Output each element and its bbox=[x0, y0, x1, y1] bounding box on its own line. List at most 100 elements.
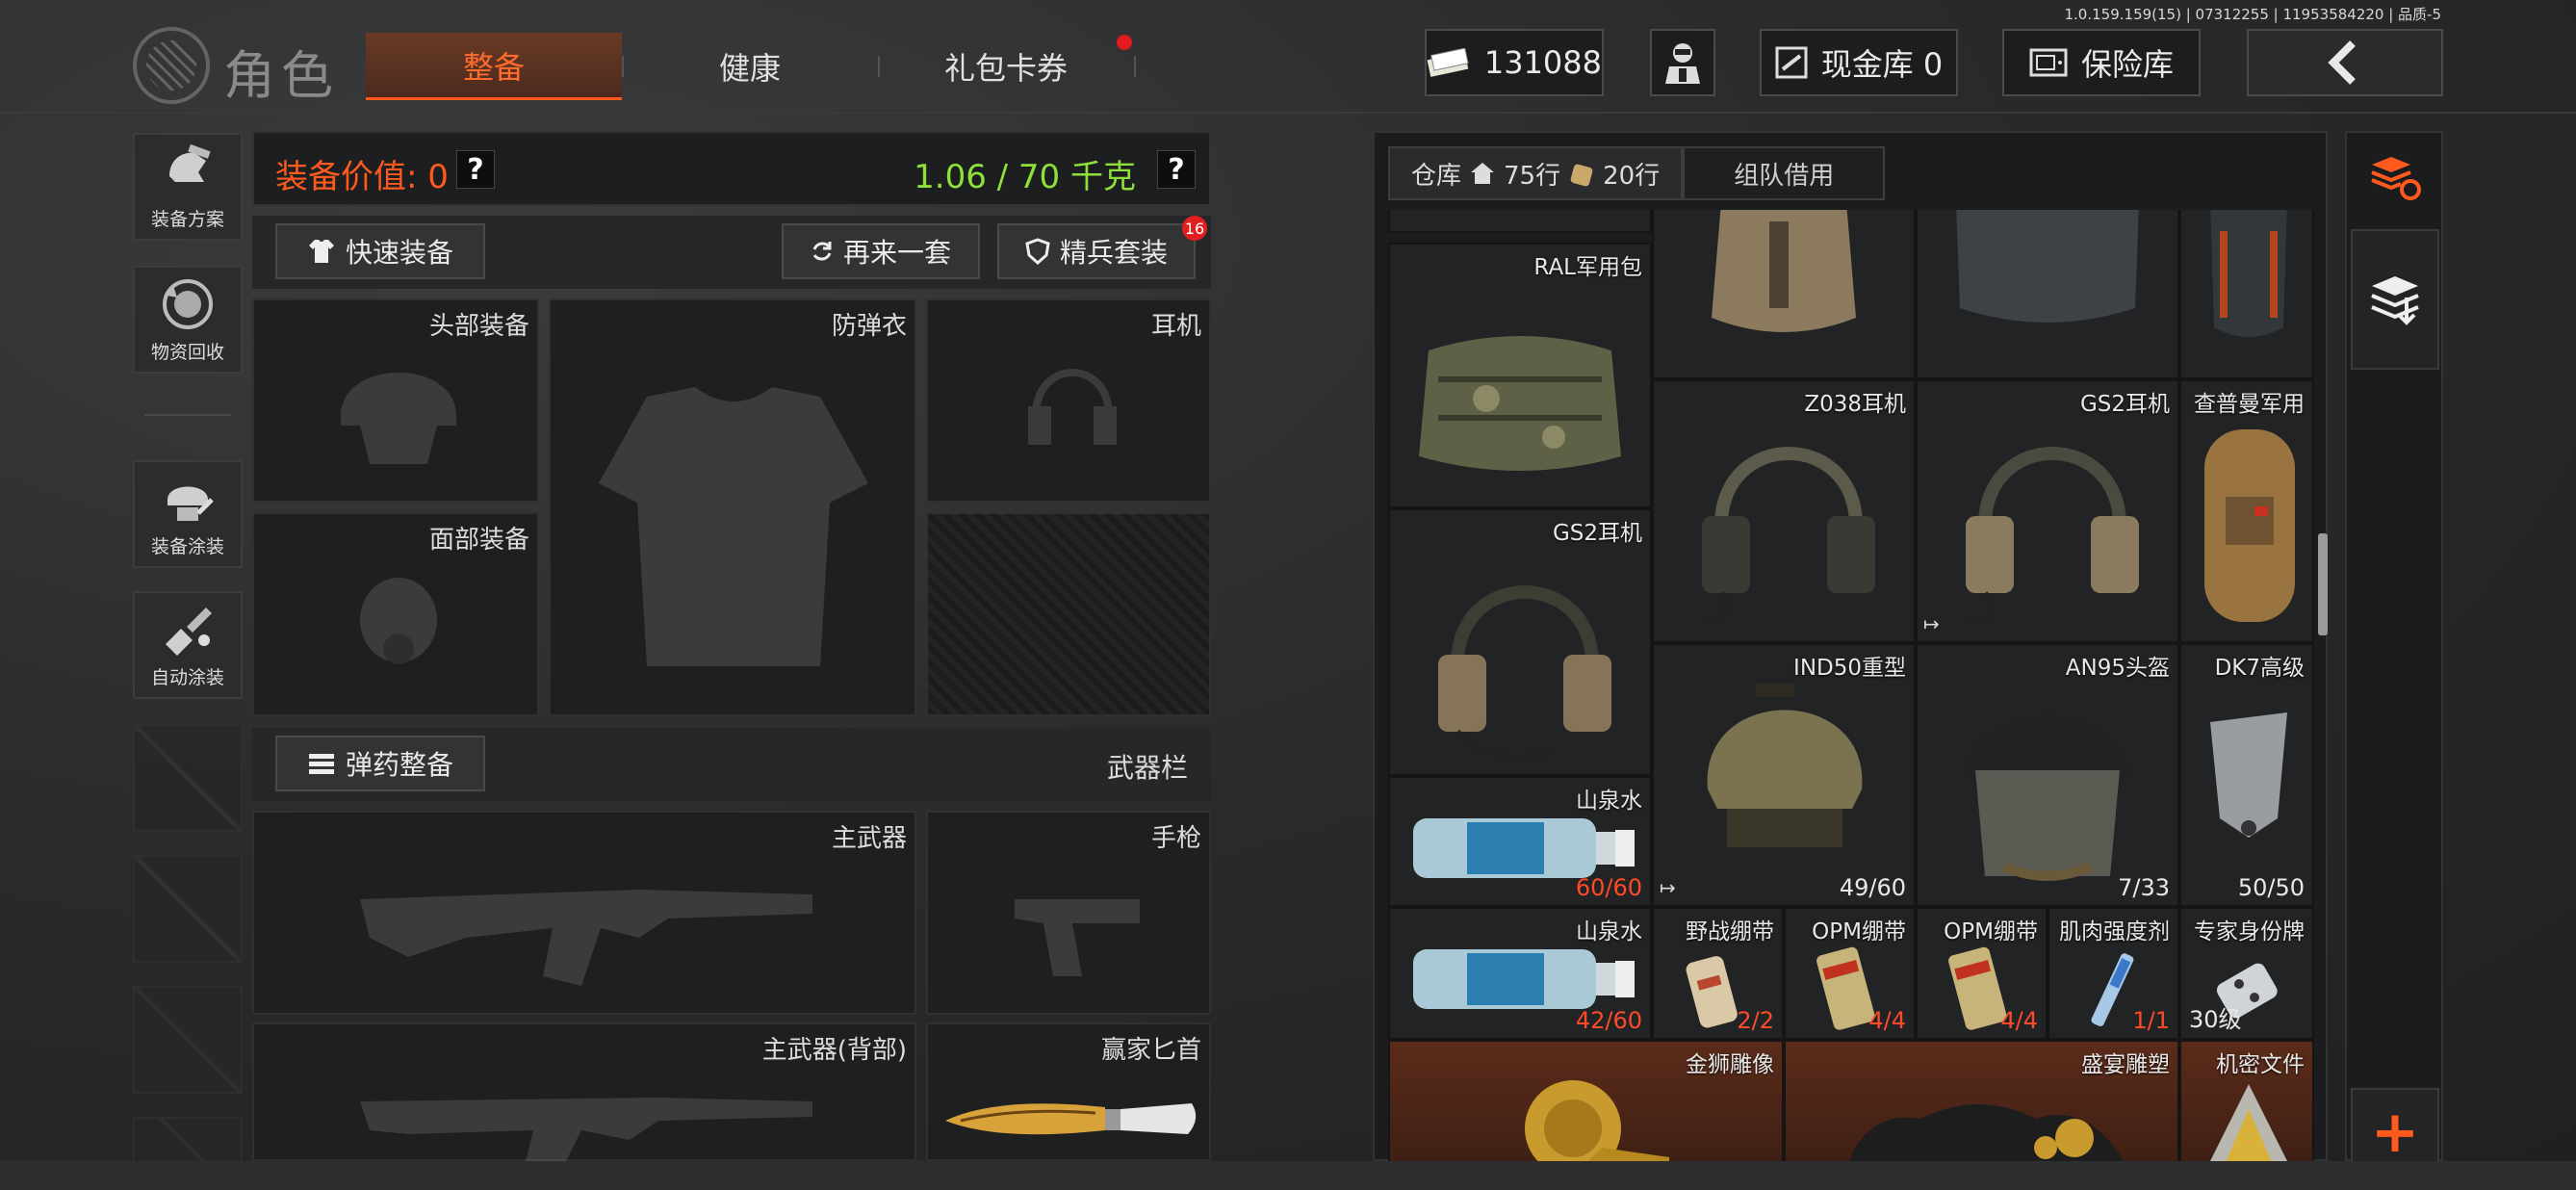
list-item[interactable]: OPM绷带 4/4 bbox=[1784, 907, 1916, 1040]
elite-badge: 16 bbox=[1182, 216, 1207, 241]
slot-label: 防弹衣 bbox=[831, 312, 907, 341]
warehouse-panel: 仓库 75行 20行 组队借用 RAL军用包 Z038耳机 GS2耳机 ↦ 查普… bbox=[1373, 131, 2328, 1163]
list-item[interactable]: 肌肉强度剂 1/1 bbox=[2048, 907, 2179, 1040]
agent-icon bbox=[1665, 43, 1700, 84]
tab-team-borrow[interactable]: 组队借用 bbox=[1683, 146, 1886, 200]
refresh-icon bbox=[812, 242, 832, 261]
weapon-bar-label: 武器栏 bbox=[1106, 752, 1188, 784]
gear-plan-icon bbox=[169, 143, 211, 182]
tab-equip[interactable]: 整备 bbox=[366, 33, 622, 100]
list-item[interactable]: 机密文件 bbox=[2179, 1040, 2314, 1163]
list-item[interactable]: 山泉水 42/60 bbox=[1388, 907, 1652, 1040]
slot-label: 手枪 bbox=[1150, 824, 1201, 853]
equip-again-button[interactable]: 再来一套 bbox=[782, 223, 980, 279]
sidebar-label: 装备方案 bbox=[150, 209, 224, 230]
sidebar-empty-slot bbox=[133, 724, 243, 832]
list-item[interactable]: 野战绷带 2/2 bbox=[1652, 907, 1784, 1040]
list-item[interactable] bbox=[1916, 210, 2179, 379]
money-display[interactable]: 131088 bbox=[1425, 29, 1604, 96]
list-item[interactable]: AN95头盔 7/33 bbox=[1916, 643, 2179, 907]
rifle-ghost-icon bbox=[360, 890, 812, 986]
agent-button[interactable] bbox=[1650, 29, 1715, 96]
layers-download-button[interactable] bbox=[2351, 229, 2439, 370]
safe-icon bbox=[2029, 48, 2068, 77]
sort-refresh-button[interactable] bbox=[2351, 133, 2439, 221]
list-item[interactable]: OPM绷带 4/4 bbox=[1916, 907, 2048, 1040]
page-title: 角色 bbox=[223, 45, 339, 106]
cash-vault-button[interactable]: 现金库 0 bbox=[1760, 29, 1958, 96]
list-item[interactable]: 盛宴雕塑 bbox=[1784, 1040, 2179, 1163]
slot-head[interactable]: 头部装备 bbox=[252, 298, 539, 503]
list-item[interactable]: GS2耳机 ↦ bbox=[1916, 379, 2179, 643]
value-help-icon[interactable]: ? bbox=[456, 150, 495, 189]
helmet-paint-icon bbox=[167, 486, 214, 521]
slot-label: 主武器(背部) bbox=[761, 1036, 907, 1065]
ammo-row: 弹药整备 武器栏 bbox=[252, 728, 1211, 801]
item-count: 49/60 bbox=[1839, 874, 1906, 901]
item-name: AN95头盔 bbox=[2065, 656, 2170, 681]
slot-headset[interactable]: 耳机 bbox=[926, 298, 1211, 503]
pistol-ghost-icon bbox=[1015, 899, 1140, 976]
home-icon bbox=[1471, 163, 1495, 184]
equipment-actions-row: 快速装备 再来一套 精兵套装 16 bbox=[252, 216, 1211, 289]
notification-dot bbox=[1117, 35, 1132, 50]
warehouse-tabs: 仓库 75行 20行 组队借用 bbox=[1388, 146, 1886, 200]
item-count: 4/4 bbox=[1868, 1007, 1906, 1034]
list-item[interactable]: 查普曼军用 bbox=[2179, 379, 2314, 643]
elite-set-button[interactable]: 精兵套装 16 bbox=[997, 216, 1207, 279]
tab-health-label: 健康 bbox=[718, 50, 781, 87]
list-item[interactable] bbox=[1388, 210, 1652, 233]
item-name: GS2耳机 bbox=[2079, 392, 2170, 417]
lion-statue-icon bbox=[1525, 1080, 1669, 1163]
helmet-icon bbox=[1707, 684, 1863, 847]
tab-warehouse[interactable]: 仓库 75行 20行 bbox=[1388, 146, 1684, 200]
list-item[interactable]: DK7高级 50/50 bbox=[2179, 643, 2314, 907]
weight-help-icon[interactable]: ? bbox=[1157, 150, 1196, 189]
slot-pistol[interactable]: 手枪 bbox=[926, 811, 1211, 1015]
list-item[interactable]: RAL军用包 bbox=[1388, 243, 1652, 508]
slot-armor[interactable]: 防弹衣 bbox=[549, 298, 916, 716]
list-item[interactable] bbox=[2179, 210, 2314, 379]
slot-face[interactable]: 面部装备 bbox=[252, 512, 539, 716]
list-item[interactable] bbox=[1652, 210, 1916, 379]
weight-display: 1.06 / 70 千克 bbox=[914, 158, 1136, 196]
right-rail: + bbox=[2345, 131, 2443, 1177]
layers-refresh-icon bbox=[2371, 157, 2421, 200]
tab-health[interactable]: 健康 bbox=[622, 33, 878, 100]
slot-locked bbox=[926, 512, 1211, 716]
headset-icon bbox=[1701, 447, 1875, 625]
item-name: 盛宴雕塑 bbox=[2081, 1052, 2170, 1077]
safe-button[interactable]: 保险库 bbox=[2002, 29, 2201, 96]
warehouse-rows-bag: 20行 bbox=[1603, 161, 1661, 191]
ammo-prep-button[interactable]: 弹药整备 bbox=[275, 736, 485, 791]
equipment-value: 装备价值: 0 bbox=[275, 158, 449, 196]
list-item[interactable]: 专家身份牌 30级 bbox=[2179, 907, 2314, 1040]
list-item[interactable]: GS2耳机 bbox=[1388, 508, 1652, 776]
sidebar-recycle[interactable]: 物资回收 bbox=[133, 266, 243, 374]
sidebar-auto-paint[interactable]: 自动涂装 bbox=[133, 591, 243, 699]
item-name: OPM绷带 bbox=[1812, 919, 1906, 944]
tab-gift-coupons[interactable]: 礼包卡券 bbox=[878, 33, 1134, 100]
warehouse-scrollbar[interactable] bbox=[2318, 533, 2328, 635]
vest-ghost-icon bbox=[599, 387, 868, 666]
sidebar-label: 自动涂装 bbox=[150, 667, 224, 688]
character-logo-icon bbox=[133, 27, 210, 104]
quick-equip-button[interactable]: 快速装备 bbox=[275, 223, 485, 279]
secret-document-icon bbox=[2209, 1084, 2288, 1163]
slot-label: 耳机 bbox=[1150, 312, 1201, 341]
tab-divider bbox=[1134, 56, 1136, 77]
item-name: OPM绷带 bbox=[1944, 919, 2038, 944]
item-count: 42/60 bbox=[1575, 1007, 1642, 1034]
sidebar-gear-paint[interactable]: 装备涂装 bbox=[133, 460, 243, 568]
tab-gift-label: 礼包卡券 bbox=[943, 50, 1068, 87]
list-item[interactable]: 山泉水 60/60 bbox=[1388, 776, 1652, 907]
slot-primary-back[interactable]: 主武器(背部) bbox=[252, 1022, 916, 1169]
sidebar-gear-plan[interactable]: 装备方案 bbox=[133, 133, 243, 241]
back-button[interactable] bbox=[2247, 29, 2443, 96]
list-item[interactable]: IND50重型 ↦ 49/60 bbox=[1652, 643, 1916, 907]
list-item[interactable]: 金狮雕像 bbox=[1388, 1040, 1784, 1163]
backpack-icon bbox=[2210, 210, 2287, 337]
list-item[interactable]: Z038耳机 bbox=[1652, 379, 1916, 643]
slot-primary-weapon[interactable]: 主武器 bbox=[252, 811, 916, 1015]
slot-knife[interactable]: 赢家匕首 bbox=[926, 1022, 1211, 1161]
